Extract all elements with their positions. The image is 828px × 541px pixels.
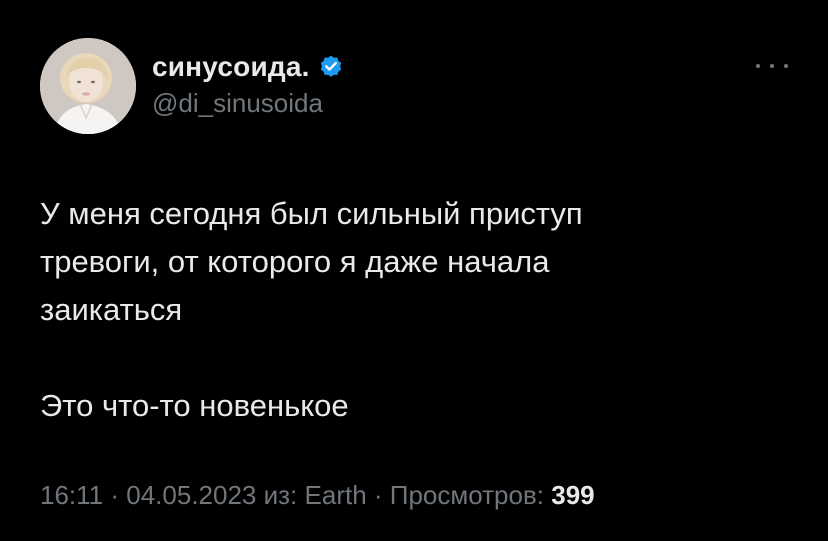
tweet-line: тревоги, от которого я даже начала (40, 244, 550, 279)
meta-separator: · (366, 480, 390, 510)
tweet-meta: 16:11 · 04.05.2023 из: Earth · Просмотро… (40, 480, 595, 511)
more-dot (770, 64, 774, 68)
more-dot (756, 64, 760, 68)
meta-separator: · (103, 480, 127, 510)
author-handle[interactable]: @di_sinusoida (152, 88, 323, 119)
avatar-photo (40, 38, 136, 134)
tweet-line: заикаться (40, 292, 183, 327)
tweet-source: Earth (304, 480, 367, 510)
tweet-line: Это что-то новенькое (40, 388, 349, 423)
tweet-date[interactable]: 04.05.2023 (126, 480, 256, 510)
verified-badge-icon (318, 54, 344, 80)
author-name-row[interactable]: синусоида. (152, 50, 344, 84)
views-label: Просмотров: (389, 480, 552, 510)
more-horizontal-icon[interactable] (756, 56, 788, 76)
tweet-line: У меня сегодня был сильный приступ (40, 196, 583, 231)
source-prefix: из: (256, 480, 305, 510)
views-count[interactable]: 399 (551, 480, 594, 510)
more-dot (784, 64, 788, 68)
tweet-card: синусоида. @di_sinusoida У меня сегодня … (0, 0, 828, 541)
tweet-time[interactable]: 16:11 (40, 480, 103, 510)
avatar[interactable] (40, 38, 136, 134)
tweet-text: У меня сегодня был сильный приступ трево… (40, 190, 780, 430)
author-display-name[interactable]: синусоида. (152, 51, 310, 83)
